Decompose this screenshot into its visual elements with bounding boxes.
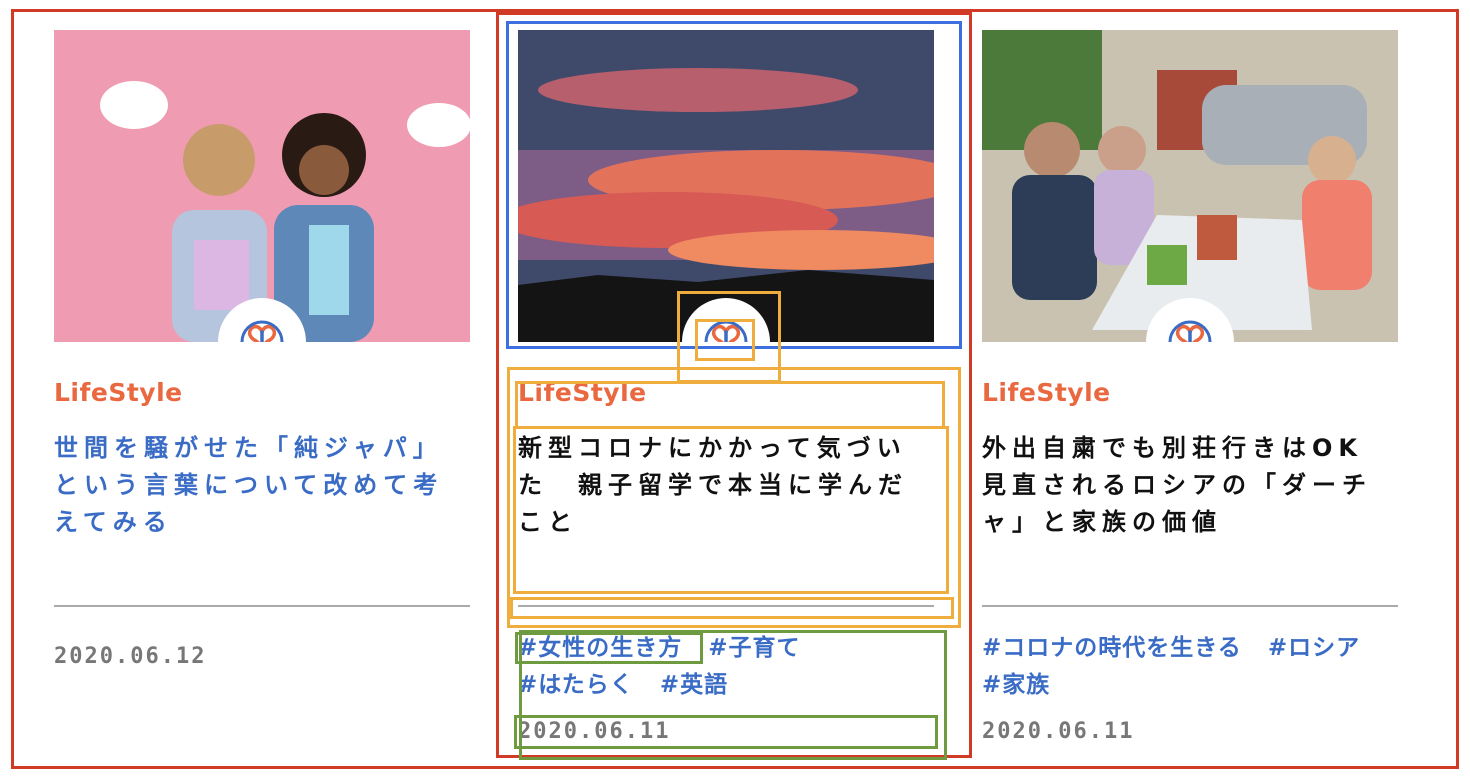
tag-link[interactable]: #はたらく: [518, 667, 634, 704]
tag-link[interactable]: #英語: [660, 667, 728, 704]
article-card-1[interactable]: LifeStyle 世間を騒がせた「純ジャパ」という言葉について改めて考えてみる…: [54, 30, 470, 669]
heart-leaf-logo-icon: [240, 320, 284, 342]
article-title[interactable]: 新型コロナにかかって気づいた 親子留学で本当に学んだこと: [518, 430, 934, 542]
tag-link[interactable]: #コロナの時代を生きる: [982, 630, 1242, 667]
heart-leaf-logo-icon: [1168, 320, 1212, 342]
article-date: 2020.06.11: [982, 719, 1135, 744]
article-thumbnail[interactable]: [518, 30, 934, 342]
article-card-3[interactable]: LifeStyle 外出自粛でも別荘行きはOK 見直されるロシアの「ダーチャ」と…: [982, 30, 1398, 744]
article-title[interactable]: 世間を騒がせた「純ジャパ」という言葉について改めて考えてみる: [54, 430, 470, 542]
article-date: 2020.06.12: [54, 644, 207, 669]
article-title[interactable]: 外出自粛でも別荘行きはOK 見直されるロシアの「ダーチャ」と家族の価値: [982, 430, 1398, 542]
divider: [982, 605, 1398, 607]
tag-link[interactable]: #家族: [982, 667, 1050, 704]
divider: [518, 605, 934, 607]
tag-link[interactable]: #ロシア: [1268, 630, 1360, 667]
heart-leaf-logo-icon: [704, 320, 748, 342]
article-category[interactable]: LifeStyle: [982, 378, 1111, 407]
article-tags: #コロナの時代を生きる #ロシア #家族: [982, 630, 1398, 704]
article-date: 2020.06.11: [518, 719, 671, 744]
divider: [54, 605, 470, 607]
article-card-2[interactable]: LifeStyle 新型コロナにかかって気づいた 親子留学で本当に学んだこと #…: [518, 30, 934, 744]
article-thumbnail[interactable]: [982, 30, 1398, 342]
tag-link[interactable]: #女性の生き方: [518, 630, 682, 667]
tag-link[interactable]: #子育て: [708, 630, 800, 667]
article-image-sunset: [518, 30, 934, 342]
article-image-dacha: [982, 30, 1398, 342]
article-image-women: [54, 30, 470, 342]
article-category[interactable]: LifeStyle: [54, 378, 183, 407]
article-category[interactable]: LifeStyle: [518, 378, 647, 407]
article-tags: #女性の生き方 #子育て #はたらく #英語: [518, 630, 934, 704]
article-thumbnail[interactable]: [54, 30, 470, 342]
